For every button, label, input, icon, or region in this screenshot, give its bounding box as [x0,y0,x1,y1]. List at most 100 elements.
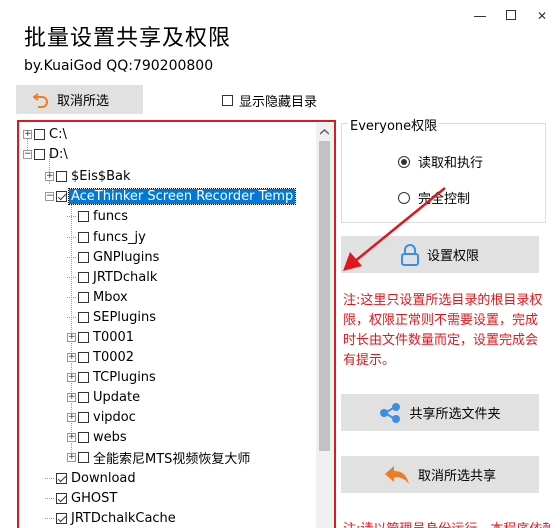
tree-node[interactable]: JRTDchalkCache [45,508,178,528]
tree-node-checkbox[interactable] [78,391,89,403]
radio-read-execute-dot[interactable] [398,155,410,168]
tree-node-checkbox[interactable] [78,231,89,243]
tree-node-checkbox[interactable] [34,148,45,160]
tree-node-checkbox[interactable] [56,512,67,524]
expand-icon[interactable]: + [67,332,76,342]
tree-node[interactable]: − D:\ [23,144,70,164]
tree-node-label: funcs_jy [93,229,146,245]
tree-node[interactable]: + $Eis$Bak [45,166,133,186]
scroll-thumb[interactable] [319,141,330,451]
radio-full-control-label: 完全控制 [418,192,471,207]
tree-node-label: $Eis$Bak [71,168,131,184]
tree-node-label: JRTDchalkCache [71,510,176,526]
tree-node-checkbox[interactable] [56,472,67,484]
reply-arrow-icon [384,465,409,484]
tree-node-checkbox[interactable] [78,291,89,303]
tree-node-checkbox[interactable] [78,451,89,463]
byline: by.KuaiGod QQ:790200800 [24,58,214,74]
expand-icon[interactable]: + [67,352,76,362]
tree-node-checkbox[interactable] [56,190,67,202]
folder-tree[interactable]: + C:\ − D:\ + $Eis$Bak − AceThinker Screen Reco… [17,120,336,528]
collapse-icon[interactable]: − [45,191,54,201]
tree-node-label: Update [93,389,141,405]
permission-note: 注:这里只设置所选目录的根目录权限，权限正常则不需要设置，完成时长由文件数量而定… [343,293,543,368]
tree-node-checkbox[interactable] [56,492,67,504]
tree-node-checkbox[interactable] [78,311,89,323]
window-title: 批量设置共享及权限 [24,26,232,51]
radio-read-execute[interactable]: 读取和执行 [398,152,483,171]
show-hidden-checkbox-box[interactable] [222,95,233,106]
tree-scrollbar[interactable] [316,123,333,528]
permission-group-label: Everyone权限 [348,115,440,134]
maximize-button[interactable] [506,10,516,20]
minimize-button[interactable] [474,10,486,17]
tree-node-label: vipdoc [93,409,136,425]
tree-node[interactable]: JRTDchalk [67,267,159,287]
tree-node[interactable]: GNPlugins [67,247,161,267]
set-permission-button[interactable]: 设置权限 [341,236,539,273]
tree-connector [67,236,76,238]
tree-node-checkbox[interactable] [78,411,89,423]
window-controls: ✕ [474,10,548,22]
expand-icon[interactable]: + [67,372,76,382]
expand-icon[interactable]: + [67,412,76,422]
tree-node-label: JRTDchalk [93,269,158,285]
close-button[interactable]: ✕ [536,10,548,22]
tree-node-checkbox[interactable] [78,371,89,383]
radio-full-control[interactable]: 完全控制 [398,188,470,207]
tree-connector [45,497,54,499]
tree-node-checkbox[interactable] [78,271,89,283]
tree-node[interactable]: Mbox [67,287,130,307]
tree-node-checkbox[interactable] [78,431,89,443]
share-selected-button[interactable]: 共享所选文件夹 [341,394,539,431]
show-hidden-checkbox[interactable]: 显示隐藏目录 [222,91,317,110]
unshare-selected-button[interactable]: 取消所选共享 [341,456,539,493]
tree-node-checkbox[interactable] [78,251,89,263]
unshare-selected-label: 取消所选共享 [417,469,496,484]
expand-icon[interactable]: + [23,129,32,139]
tree-node-label: C:\ [49,126,67,142]
radio-read-execute-label: 读取和执行 [418,156,484,171]
tree-node[interactable]: + 全能索尼MTS视频恢复大师 [67,447,252,467]
share-icon [380,402,401,423]
tree-node-checkbox[interactable] [56,170,67,182]
expand-icon[interactable]: + [67,452,76,462]
expand-icon[interactable]: + [67,432,76,442]
tree-node-checkbox[interactable] [78,351,89,363]
tree-node[interactable]: + webs [67,427,129,447]
lock-icon [400,243,419,266]
tree-node[interactable]: + C:\ [23,124,69,144]
tree-node-label: GHOST [71,490,118,506]
share-selected-label: 共享所选文件夹 [409,407,501,422]
tree-node[interactable]: + T0001 [67,327,136,347]
radio-full-control-dot[interactable] [398,191,410,204]
tree-node-label: SEPlugins [93,309,157,325]
tree-node[interactable]: + Update [67,387,142,407]
expand-icon[interactable]: + [45,171,54,181]
tree-node[interactable]: funcs_jy [67,227,148,247]
collapse-icon[interactable]: − [23,149,32,159]
everyone-permission-group: Everyone权限 读取和执行 完全控制 [341,115,546,223]
scroll-up-arrow[interactable] [316,123,333,140]
tree-node-checkbox[interactable] [78,210,89,222]
tree-node[interactable]: Download [45,468,138,488]
tree-node-label: T0002 [93,349,135,365]
tree-node-label: GNPlugins [93,249,160,265]
expand-icon[interactable]: + [67,392,76,402]
cancel-selection-button[interactable]: 取消所选 [16,85,143,114]
tree-node-label: funcs [93,208,128,224]
tree-node[interactable]: + T0002 [67,347,136,367]
tree-node[interactable]: + vipdoc [67,407,138,427]
tree-node-checkbox[interactable] [34,128,45,140]
tree-node[interactable]: − AceThinker Screen Recorder Temp [45,186,297,206]
tree-node[interactable]: GHOST [45,488,119,508]
tree-connector [67,256,76,258]
tree-node-label: 全能索尼MTS视频恢复大师 [93,451,251,467]
tree-node-label: webs [93,429,127,445]
tree-node[interactable]: funcs [67,206,130,226]
tree-connector [45,477,54,479]
tree-node[interactable]: SEPlugins [67,307,158,327]
show-hidden-label: 显示隐藏目录 [239,95,318,110]
tree-node[interactable]: + TCPlugins [67,367,158,387]
tree-node-checkbox[interactable] [78,331,89,343]
